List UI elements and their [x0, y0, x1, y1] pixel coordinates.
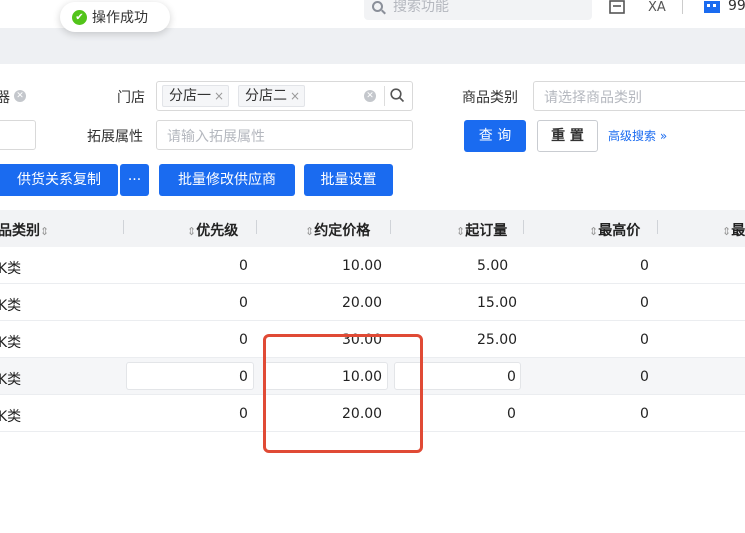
cell-max-price: 0 [640, 295, 649, 311]
clear-icon[interactable]: ✕ [14, 90, 26, 102]
batch-set-button[interactable]: 批量设置 [304, 164, 393, 196]
reset-button[interactable]: 重 置 [537, 120, 598, 152]
col-price[interactable]: ⇕约定价格 [305, 220, 370, 240]
tab-band [0, 28, 745, 64]
cell-max-price: 0 [640, 369, 649, 385]
category-placeholder: 请选择商品类别 [544, 90, 642, 106]
cell-moq: 0 [507, 406, 516, 422]
sort-icon[interactable]: ⇕ [187, 225, 196, 238]
toast-text: 操作成功 [92, 10, 148, 26]
building-icon[interactable] [703, 0, 721, 18]
clear-icon[interactable]: ✕ [364, 90, 376, 102]
sort-icon[interactable]: ⇕ [305, 225, 314, 238]
col-moq[interactable]: ⇕起订量 [456, 220, 507, 240]
translate-icon[interactable]: XA [648, 0, 666, 16]
cell-max-price: 0 [640, 332, 649, 348]
priority-input[interactable] [126, 362, 254, 390]
col-separator [657, 220, 658, 234]
store-label: 门店 [117, 90, 145, 106]
search-icon [372, 0, 383, 12]
query-button[interactable]: 查 询 [464, 120, 526, 152]
more-button[interactable]: ··· [120, 164, 149, 196]
divider [682, 0, 683, 14]
print-icon[interactable] [608, 0, 626, 16]
cell-moq: 5.00 [477, 258, 509, 274]
store-tag-2[interactable]: 分店二 × [238, 85, 306, 107]
success-toast: ✔ 操作成功 [60, 2, 170, 32]
cell-moq: 15.00 [477, 295, 518, 311]
divider [384, 86, 385, 106]
col-separator [256, 220, 257, 234]
cell-category: K类 [0, 298, 22, 314]
page: 搜索功能 XA 99 ✔ 操作成功 器 ✕ 门店 分店一 × 分店二 × ✕ 商品类… [0, 0, 745, 533]
col-category[interactable]: 品类别⇕ [0, 220, 49, 240]
col-cut[interactable]: ⇕最 [722, 220, 745, 240]
sort-icon[interactable]: ⇕ [40, 225, 49, 238]
cell-moq: 25.00 [477, 332, 518, 348]
category-label: 商品类别 [462, 90, 518, 106]
cell-category: K类 [0, 261, 22, 277]
cut-input[interactable] [0, 120, 36, 150]
cell-priority: 0 [239, 258, 248, 274]
batch-supplier-button[interactable]: 批量修改供应商 [159, 164, 295, 196]
cell-price: 10.00 [342, 258, 383, 274]
sort-icon[interactable]: ⇕ [722, 225, 731, 238]
col-separator [123, 220, 124, 234]
cell-priority: 0 [239, 295, 248, 311]
cut-label: 器 [0, 90, 10, 106]
search-placeholder: 搜索功能 [393, 0, 449, 15]
advanced-search-link[interactable]: 高级搜索 » [608, 127, 667, 144]
chevron-down-icon: » [659, 129, 668, 143]
tag-close-icon[interactable]: × [290, 89, 300, 103]
highlight-box [263, 334, 423, 453]
top-count: 99 [728, 0, 745, 14]
ext-placeholder: 请输入拓展属性 [167, 129, 265, 145]
cell-price: 20.00 [342, 295, 383, 311]
cell-moq: 0 [507, 369, 516, 385]
col-separator [390, 220, 391, 234]
search-input[interactable]: 搜索功能 [364, 0, 592, 20]
cell-priority: 0 [239, 369, 248, 385]
ext-label: 拓展属性 [87, 129, 143, 145]
copy-supply-button[interactable]: 供货关系复制 [0, 164, 118, 196]
col-separator [523, 220, 524, 234]
cell-category: K类 [0, 335, 22, 351]
col-max-price[interactable]: ⇕最高价 [589, 220, 640, 240]
cell-category: K类 [0, 409, 22, 425]
cell-max-price: 0 [640, 406, 649, 422]
cell-priority: 0 [239, 332, 248, 348]
sort-icon[interactable]: ⇕ [456, 225, 465, 238]
cell-priority: 0 [239, 406, 248, 422]
search-icon[interactable] [390, 88, 405, 107]
tag-close-icon[interactable]: × [214, 89, 224, 103]
check-circle-icon: ✔ [72, 9, 87, 25]
store-tag-1[interactable]: 分店一 × [162, 85, 230, 107]
col-priority[interactable]: ⇕优先级 [187, 220, 238, 240]
cell-category: K类 [0, 372, 22, 388]
cell-max-price: 0 [640, 258, 649, 274]
sort-icon[interactable]: ⇕ [589, 225, 598, 238]
